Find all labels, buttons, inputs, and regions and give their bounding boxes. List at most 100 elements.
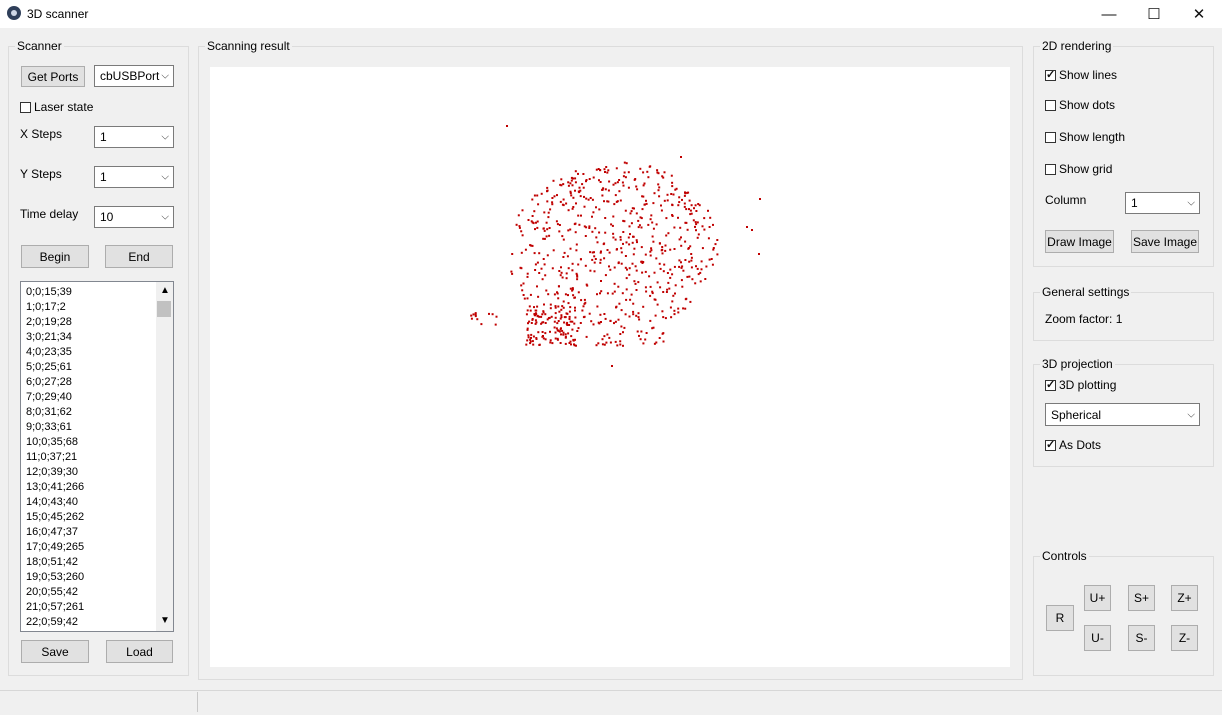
scan-point (557, 320, 560, 322)
scan-point (683, 194, 686, 197)
scan-point (569, 192, 572, 195)
scan-point (557, 297, 560, 300)
save-image-button[interactable]: Save Image (1131, 230, 1199, 253)
show-dots-checkbox[interactable]: Show dots (1045, 98, 1115, 112)
as-dots-checkbox[interactable]: As Dots (1045, 438, 1101, 452)
scan-point (637, 316, 640, 319)
column-select[interactable]: 1 ⌵ (1125, 192, 1200, 214)
load-button[interactable]: Load (106, 640, 173, 663)
list-item[interactable]: 18;0;51;42 (26, 555, 84, 570)
scan-point (678, 265, 681, 268)
scan-point (571, 288, 574, 291)
list-item[interactable]: 13;0;41;266 (26, 480, 84, 495)
scan-point (612, 232, 615, 235)
scan-point (599, 181, 602, 183)
list-item[interactable]: 10;0;35;68 (26, 435, 84, 450)
scan-point (707, 209, 709, 212)
projection-mode-select[interactable]: Spherical ⌵ (1045, 403, 1200, 426)
rendering-2d-title: 2D rendering (1040, 39, 1114, 53)
list-item[interactable]: 14;0;43;40 (26, 495, 84, 510)
scan-point (619, 340, 622, 343)
show-grid-checkbox[interactable]: Show grid (1045, 162, 1112, 176)
scan-canvas[interactable] (210, 67, 1010, 667)
scan-point (635, 314, 638, 317)
scan-point (644, 338, 647, 341)
scan-point (521, 234, 524, 237)
scan-data-list[interactable]: 0;0;15;39 1;0;17;2 2;0;19;28 3;0;21;34 4;0;2… (20, 281, 174, 632)
scan-point (546, 186, 549, 189)
list-item[interactable]: 22;0;59;42 (26, 615, 84, 630)
list-item[interactable]: 7;0;29;40 (26, 390, 84, 405)
scan-point (558, 330, 561, 333)
end-button[interactable]: End (105, 245, 173, 268)
x-steps-select[interactable]: 1 ⌵ (94, 126, 174, 148)
save-button[interactable]: Save (21, 640, 89, 663)
scroll-down-icon[interactable]: ▼ (160, 615, 170, 626)
list-item[interactable]: 3;0;21;34 (26, 330, 84, 345)
scan-point (582, 186, 585, 189)
scan-point (588, 178, 591, 180)
scan-point (690, 253, 693, 255)
list-item[interactable]: 2;0;19;28 (26, 315, 84, 330)
scan-point (648, 275, 651, 278)
show-length-checkbox[interactable]: Show length (1045, 130, 1125, 144)
reset-button[interactable]: R (1046, 605, 1074, 631)
scan-point (574, 181, 577, 184)
scan-point (524, 248, 527, 251)
scan-point (545, 235, 548, 238)
list-item[interactable]: 4;0;23;35 (26, 345, 84, 360)
draw-image-button[interactable]: Draw Image (1045, 230, 1114, 253)
close-button[interactable]: ✕ (1176, 0, 1222, 28)
scan-point (670, 174, 673, 177)
list-item[interactable]: 15;0;45;262 (26, 510, 84, 525)
list-item[interactable]: 8;0;31;62 (26, 405, 84, 420)
scan-point (684, 191, 686, 194)
list-item[interactable]: 12;0;39;30 (26, 465, 84, 480)
scan-point (625, 277, 628, 280)
u-plus-button[interactable]: U+ (1084, 585, 1111, 611)
y-steps-select[interactable]: 1 ⌵ (94, 166, 174, 188)
scan-point (704, 278, 707, 280)
list-item[interactable]: 16;0;47;37 (26, 525, 84, 540)
list-item[interactable]: 21;0;57;261 (26, 600, 84, 615)
scan-point (534, 263, 537, 266)
scan-point (567, 184, 570, 187)
list-item[interactable]: 20;0;55;42 (26, 585, 84, 600)
u-minus-button[interactable]: U- (1084, 625, 1111, 651)
show-lines-checkbox[interactable]: Show lines (1045, 68, 1117, 82)
scan-point (595, 206, 597, 209)
s-minus-button[interactable]: S- (1128, 625, 1155, 651)
scroll-thumb[interactable] (157, 301, 171, 317)
z-plus-button[interactable]: Z+ (1171, 585, 1198, 611)
scan-point (591, 251, 594, 254)
list-item[interactable]: 11;0;37;21 (26, 450, 84, 465)
scan-point (700, 260, 703, 263)
get-ports-button[interactable]: Get Ports (21, 66, 85, 87)
scan-point (589, 197, 592, 199)
begin-button[interactable]: Begin (21, 245, 89, 268)
scan-point (684, 259, 687, 261)
plotting-3d-checkbox[interactable]: 3D plotting (1045, 378, 1116, 392)
scan-point (568, 315, 571, 318)
scan-point (650, 249, 653, 252)
scroll-up-icon[interactable]: ▲ (160, 285, 170, 296)
laser-state-checkbox[interactable]: Laser state (20, 100, 93, 114)
list-item[interactable]: 1;0;17;2 (26, 300, 84, 315)
maximize-button[interactable]: ☐ (1131, 0, 1177, 28)
list-item[interactable]: 9;0;33;61 (26, 420, 84, 435)
scan-point (557, 285, 560, 288)
scan-point (675, 187, 678, 190)
list-item[interactable]: 6;0;27;28 (26, 375, 84, 390)
scan-point (607, 189, 610, 192)
port-select[interactable]: cbUSBPort ⌵ (94, 65, 174, 87)
time-delay-select[interactable]: 10 ⌵ (94, 206, 174, 228)
minimize-button[interactable]: — (1086, 0, 1132, 28)
s-plus-button[interactable]: S+ (1128, 585, 1155, 611)
list-item[interactable]: 17;0;49;265 (26, 540, 84, 555)
z-minus-button[interactable]: Z- (1171, 625, 1198, 651)
list-item[interactable]: 19;0;53;260 (26, 570, 84, 585)
list-item[interactable]: 0;0;15;39 (26, 285, 84, 300)
scan-point (609, 341, 612, 344)
list-scrollbar[interactable]: ▲ ▼ (156, 282, 173, 631)
list-item[interactable]: 5;0;25;61 (26, 360, 84, 375)
